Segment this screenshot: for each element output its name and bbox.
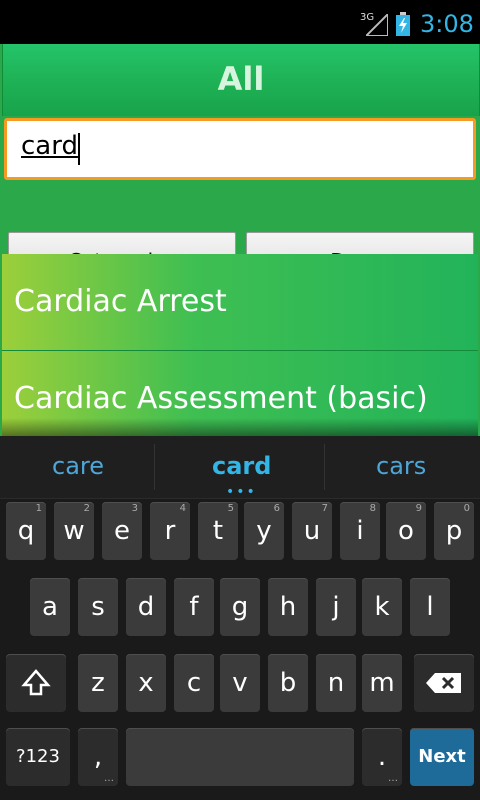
key-label: r — [164, 516, 176, 546]
key-f[interactable]: f — [174, 578, 214, 636]
period-key[interactable]: . … — [362, 728, 402, 786]
key-b[interactable]: b — [268, 654, 308, 712]
key-s[interactable]: s — [78, 578, 118, 636]
comma-key[interactable]: , … — [78, 728, 118, 786]
clock: 3:08 — [420, 10, 474, 38]
key-label: . — [377, 742, 387, 772]
divider — [324, 444, 325, 490]
key-j[interactable]: j — [316, 578, 356, 636]
backspace-icon — [426, 673, 461, 693]
key-u[interactable]: u7 — [292, 502, 332, 560]
key-w[interactable]: w2 — [54, 502, 94, 560]
divider — [154, 444, 155, 490]
key-x[interactable]: x — [126, 654, 166, 712]
symbols-key[interactable]: ?123 — [6, 728, 70, 786]
key-hint: 4 — [179, 503, 186, 514]
next-key[interactable]: Next — [410, 728, 474, 786]
key-v[interactable]: v — [220, 654, 260, 712]
list-item-label: Cardiac Assessment (basic) — [14, 381, 428, 416]
suggestion-cars[interactable]: cars — [376, 452, 426, 480]
more-icon: … — [388, 773, 398, 784]
key-i[interactable]: i8 — [340, 502, 380, 560]
key-q[interactable]: q1 — [6, 502, 46, 560]
key-r[interactable]: r4 — [150, 502, 190, 560]
battery-charging-icon — [396, 12, 410, 36]
page-title: All — [217, 60, 265, 98]
key-label: w — [63, 516, 85, 546]
key-n[interactable]: n — [316, 654, 356, 712]
key-label: e — [114, 516, 130, 546]
key-label: , — [93, 742, 103, 772]
suggestion-strip: care card ••• cars — [0, 436, 480, 500]
search-input[interactable] — [19, 130, 463, 162]
key-a[interactable]: a — [30, 578, 70, 636]
list-item[interactable]: Cardiac Arrest — [2, 254, 478, 351]
text-caret — [78, 133, 80, 165]
key-hint: 1 — [35, 503, 42, 514]
key-d[interactable]: d — [126, 578, 166, 636]
key-c[interactable]: c — [174, 654, 214, 712]
more-icon: … — [104, 773, 114, 784]
key-t[interactable]: t5 — [198, 502, 238, 560]
key-label: u — [303, 516, 321, 546]
results-list: Cardiac Arrest Cardiac Assessment (basic… — [2, 254, 478, 436]
soft-keyboard: care card ••• cars q1 w2 e3 r4 t5 y6 u7 … — [0, 436, 480, 800]
key-hint: 2 — [83, 503, 90, 514]
key-h[interactable]: h — [268, 578, 308, 636]
key-label: t — [212, 516, 224, 546]
key-label: p — [445, 516, 463, 546]
backspace-key[interactable] — [414, 654, 474, 712]
key-z[interactable]: z — [78, 654, 118, 712]
key-y[interactable]: y6 — [244, 502, 284, 560]
key-hint: 6 — [273, 503, 280, 514]
key-hint: 0 — [463, 503, 470, 514]
space-key[interactable] — [126, 728, 354, 786]
search-field[interactable] — [4, 118, 476, 180]
key-label: q — [17, 516, 35, 546]
key-e[interactable]: e3 — [102, 502, 142, 560]
key-hint: 7 — [321, 503, 328, 514]
status-bar: 3G 3:08 — [0, 0, 480, 44]
key-m[interactable]: m — [362, 654, 402, 712]
key-label: o — [398, 516, 414, 546]
key-hint: 5 — [227, 503, 234, 514]
shift-key[interactable] — [6, 654, 66, 712]
key-label: i — [356, 516, 364, 546]
key-k[interactable]: k — [362, 578, 402, 636]
scroll-fade — [2, 418, 478, 436]
key-p[interactable]: p0 — [434, 502, 474, 560]
key-o[interactable]: o9 — [386, 502, 426, 560]
signal-icon — [366, 14, 388, 36]
key-l[interactable]: l — [410, 578, 450, 636]
title-bar: All — [2, 44, 480, 116]
suggestion-care[interactable]: care — [52, 452, 104, 480]
key-hint: 8 — [369, 503, 376, 514]
key-g[interactable]: g — [220, 578, 260, 636]
more-suggestions-icon: ••• — [226, 484, 257, 500]
key-label: y — [256, 516, 272, 546]
list-item-label: Cardiac Arrest — [14, 284, 227, 319]
key-hint: 9 — [415, 503, 422, 514]
key-hint: 3 — [131, 503, 138, 514]
suggestion-card[interactable]: card — [212, 452, 271, 480]
shift-icon — [21, 669, 51, 696]
